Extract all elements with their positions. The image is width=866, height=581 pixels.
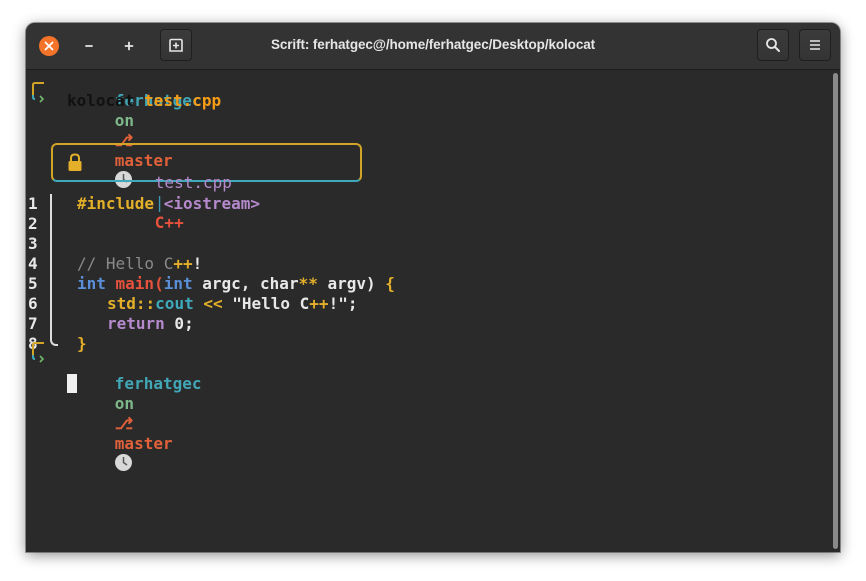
prompt-on: on bbox=[114, 111, 135, 130]
code-token: cout bbox=[155, 294, 194, 313]
code-token: #include bbox=[77, 194, 164, 213]
terminal-content[interactable]: ferhatgec on ⎇ master kolocat test.cpp t… bbox=[26, 70, 826, 552]
text-cursor bbox=[67, 374, 77, 393]
prompt-on: on bbox=[114, 394, 135, 413]
line-number: 6 bbox=[28, 294, 38, 313]
file-header-filename: test.cpp bbox=[154, 173, 232, 192]
code-line-4: // Hello C++! bbox=[77, 254, 202, 274]
code-token: int bbox=[163, 274, 193, 293]
code-token: ++ bbox=[309, 294, 329, 313]
code-token: argc, char bbox=[192, 274, 299, 293]
prompt-user: ferhatgec bbox=[114, 374, 202, 393]
code-token: std:: bbox=[107, 294, 156, 313]
code-token: main( bbox=[115, 274, 164, 293]
menu-button[interactable] bbox=[799, 29, 831, 61]
code-token: ! bbox=[192, 254, 203, 273]
lock-icon bbox=[68, 153, 82, 171]
code-line-5: int main(int argc, char** argv) { bbox=[77, 274, 395, 294]
status-badge-icon bbox=[114, 454, 132, 471]
code-token: ++ bbox=[173, 254, 193, 273]
git-branch-icon: ⎇ bbox=[114, 414, 134, 433]
command-argument: test.cpp bbox=[144, 91, 222, 110]
code-line-7: return 0; bbox=[107, 314, 194, 334]
code-token: <iostream> bbox=[163, 194, 261, 213]
command-program: kolocat bbox=[67, 91, 135, 110]
line-number: 3 bbox=[28, 234, 38, 253]
code-token: argv) bbox=[317, 274, 386, 293]
code-line-1: #include <iostream> bbox=[77, 194, 260, 214]
terminal-window: Scrift: ferhatgec@/home/ferhatgec/Deskto… bbox=[26, 23, 840, 552]
file-header-text: test.cpp | C++ bbox=[97, 153, 232, 232]
line-number: 4 bbox=[28, 254, 38, 273]
code-token: // Hello C bbox=[77, 254, 174, 273]
file-header-language: C++ bbox=[154, 213, 184, 232]
line-number: 1 bbox=[28, 194, 38, 213]
prompt-branch: master bbox=[114, 434, 173, 453]
code-token: !" bbox=[328, 294, 348, 313]
code-line-8: } bbox=[77, 334, 87, 354]
code-token: ; bbox=[347, 294, 358, 313]
prompt-line: ferhatgec on ⎇ master bbox=[57, 354, 202, 471]
search-icon bbox=[766, 38, 780, 52]
code-token: << bbox=[193, 294, 233, 313]
code-token: 0; bbox=[164, 314, 194, 333]
prompt-line: ferhatgec on ⎇ master bbox=[57, 71, 202, 188]
search-button[interactable] bbox=[757, 29, 789, 61]
prompt-bracket-icon bbox=[32, 342, 45, 363]
code-token: } bbox=[77, 334, 87, 353]
window-title: Scrift: ferhatgec@/home/ferhatgec/Deskto… bbox=[270, 37, 596, 52]
scrollbar[interactable] bbox=[833, 73, 838, 549]
code-line-6: std::cout << "Hello C++!"; bbox=[107, 294, 357, 314]
code-gutter-border bbox=[50, 194, 58, 346]
line-number: 5 bbox=[28, 274, 38, 293]
hamburger-icon bbox=[810, 40, 820, 50]
code-token: return bbox=[107, 314, 165, 333]
title-bar: Scrift: ferhatgec@/home/ferhatgec/Deskto… bbox=[26, 23, 840, 70]
line-number: 2 bbox=[28, 214, 38, 233]
code-token: int bbox=[77, 274, 116, 293]
code-token: { bbox=[385, 274, 395, 293]
code-token: ** bbox=[298, 274, 318, 293]
code-token: "Hello C bbox=[232, 294, 310, 313]
command-line: kolocat test.cpp bbox=[67, 91, 221, 111]
line-number: 7 bbox=[28, 314, 38, 333]
prompt-bracket-icon bbox=[32, 82, 45, 103]
